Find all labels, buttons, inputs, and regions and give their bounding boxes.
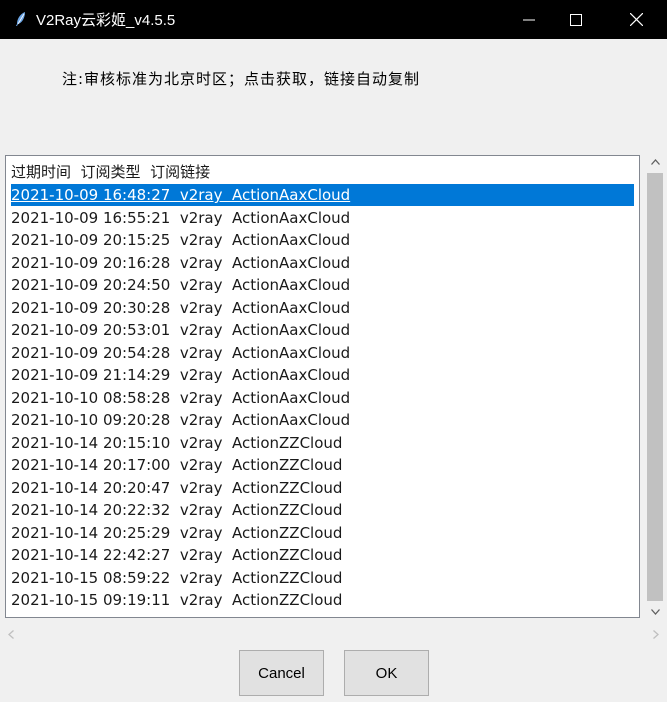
chevron-left-icon [7, 629, 14, 639]
list-item-text: 2021-10-09 16:55:21 v2ray ActionAaxCloud [11, 208, 351, 227]
list-item[interactable]: 2021-10-09 16:48:27 v2ray ActionAaxCloud [11, 184, 634, 206]
scroll-left-button[interactable] [2, 625, 19, 643]
maximize-button[interactable] [553, 0, 599, 39]
scroll-right-button[interactable] [647, 625, 664, 643]
list-item-text: 2021-10-09 21:14:29 v2ray ActionAaxCloud [11, 366, 351, 384]
list-item[interactable]: 2021-10-15 09:19:11 v2ray ActionZZCloud [11, 589, 342, 611]
list-item[interactable]: 2021-10-09 21:14:29 v2ray ActionAaxCloud [11, 364, 350, 386]
feather-icon [16, 12, 25, 26]
list-item-text: 2021-10-14 22:42:27 v2ray ActionZZCloud [11, 546, 343, 564]
list-item-text: 2021-10-09 20:30:28 v2ray ActionAaxCloud [11, 298, 351, 317]
list-item[interactable]: 2021-10-09 20:24:50 v2ray ActionAaxCloud [11, 274, 350, 296]
maximize-icon [570, 13, 582, 26]
chevron-down-icon [650, 608, 660, 615]
horizontal-scrollbar[interactable] [0, 625, 667, 643]
window-title: V2Ray云彩姬_v4.5.5 [36, 12, 176, 29]
list-item[interactable]: 2021-10-09 20:16:28 v2ray ActionAaxCloud [11, 252, 350, 274]
list-item[interactable]: 2021-10-14 20:17:00 v2ray ActionZZCloud [11, 454, 342, 476]
list-item-text: 2021-10-09 16:48:27 v2ray ActionAaxCloud [11, 186, 351, 204]
list-item[interactable]: 2021-10-09 20:54:28 v2ray ActionAaxCloud [11, 342, 350, 364]
list-item[interactable]: 2021-10-09 16:55:21 v2ray ActionAaxCloud [11, 207, 350, 229]
ok-button[interactable]: OK [344, 650, 429, 696]
close-button[interactable] [613, 0, 659, 39]
list-item-text: 2021-10-15 09:19:11 v2ray ActionZZCloud [11, 591, 343, 609]
subscription-listbox[interactable]: 过期时间 订阅类型 订阅链接 2021-10-09 16:48:27 v2ray… [5, 155, 640, 618]
list-item[interactable]: 2021-10-14 20:25:29 v2ray ActionZZCloud [11, 522, 342, 544]
list-item[interactable]: 2021-10-09 20:53:01 v2ray ActionAaxCloud [11, 319, 350, 341]
list-item-text: 2021-10-14 20:25:29 v2ray ActionZZCloud [11, 523, 343, 542]
list-item-text: 2021-10-14 20:15:10 v2ray ActionZZCloud [11, 433, 343, 452]
list-item-text: 2021-10-10 08:58:28 v2ray ActionAaxCloud [11, 388, 351, 407]
title-bar[interactable]: V2Ray云彩姬_v4.5.5 [0, 0, 667, 39]
list-item[interactable]: 2021-10-09 20:15:25 v2ray ActionAaxCloud [11, 229, 350, 251]
minimize-icon [523, 19, 535, 20]
list-item-text: 2021-10-09 20:54:28 v2ray ActionAaxCloud [11, 343, 351, 362]
close-icon [629, 13, 643, 26]
list-item[interactable]: 2021-10-14 20:20:47 v2ray ActionZZCloud [11, 477, 342, 499]
list-item-text: 2021-10-10 09:20:28 v2ray ActionAaxCloud [11, 411, 351, 429]
scroll-down-button[interactable] [645, 603, 665, 620]
vertical-scrollbar[interactable] [645, 153, 665, 620]
list-item-text: 2021-10-09 20:53:01 v2ray ActionAaxCloud [11, 321, 351, 339]
cancel-button[interactable]: Cancel [239, 650, 324, 696]
chevron-up-icon [650, 158, 660, 165]
list-item[interactable]: 2021-10-14 20:15:10 v2ray ActionZZCloud [11, 432, 342, 454]
list-item-text: 2021-10-09 20:24:50 v2ray ActionAaxCloud [11, 276, 351, 294]
note-text: 注:审核标准为北京时区；点击获取，链接自动复制 [62, 70, 421, 88]
chevron-right-icon [652, 629, 659, 639]
minimize-button[interactable] [506, 0, 552, 39]
list-item[interactable]: 2021-10-10 08:58:28 v2ray ActionAaxCloud [11, 387, 350, 409]
list-item[interactable]: 2021-10-14 20:22:32 v2ray ActionZZCloud [11, 499, 342, 521]
list-item-text: 2021-10-09 20:15:25 v2ray ActionAaxCloud [11, 231, 351, 249]
list-item-text: 2021-10-14 20:20:47 v2ray ActionZZCloud [11, 478, 343, 497]
list-item[interactable]: 2021-10-15 08:59:22 v2ray ActionZZCloud [11, 567, 342, 589]
list-item[interactable]: 2021-10-09 20:30:28 v2ray ActionAaxCloud [11, 297, 350, 319]
list-item-text: 2021-10-15 08:59:22 v2ray ActionZZCloud [11, 568, 343, 587]
list-item-text: 2021-10-14 20:22:32 v2ray ActionZZCloud [11, 501, 343, 519]
list-item-text: 2021-10-09 20:16:28 v2ray ActionAaxCloud [11, 253, 351, 272]
list-header: 过期时间 订阅类型 订阅链接 [11, 163, 211, 181]
list-item[interactable]: 2021-10-14 22:42:27 v2ray ActionZZCloud [11, 544, 342, 566]
scroll-up-button[interactable] [645, 153, 665, 170]
scroll-thumb[interactable] [647, 173, 663, 601]
list-item-text: 2021-10-14 20:17:00 v2ray ActionZZCloud [11, 456, 343, 474]
list-item[interactable]: 2021-10-10 09:20:28 v2ray ActionAaxCloud [11, 409, 350, 431]
